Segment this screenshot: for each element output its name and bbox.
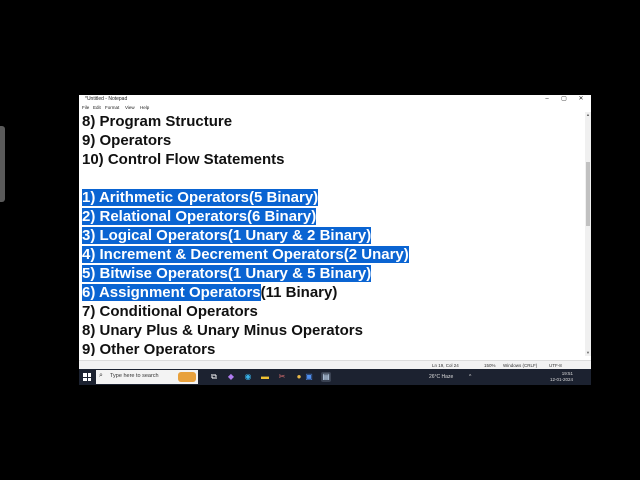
taskbar-search[interactable]: ⌕ Type here to search bbox=[96, 370, 198, 384]
editor-line: 8) Program Structure bbox=[82, 112, 232, 131]
cursor-position: Ln 19, Col 24 bbox=[432, 363, 459, 368]
text-editor[interactable]: 8) Program Structure 9) Operators 10) Co… bbox=[79, 112, 583, 356]
app-icon[interactable]: ▣ bbox=[304, 372, 314, 382]
status-bar: Ln 19, Col 24 150% Windows (CRLF) UTF-8 bbox=[79, 360, 591, 369]
notepad-icon[interactable]: ▤ bbox=[321, 372, 331, 382]
snipping-tool-icon[interactable]: ✂ bbox=[277, 372, 287, 382]
scroll-up-icon[interactable]: ▲ bbox=[585, 112, 591, 118]
selected-text: 5) Bitwise Operators(1 Unary & 5 Binary) bbox=[82, 265, 372, 282]
visual-studio-icon[interactable]: ◆ bbox=[226, 372, 236, 382]
side-tab[interactable] bbox=[0, 126, 5, 202]
menu-edit[interactable]: Edit bbox=[93, 104, 101, 111]
encoding: UTF-8 bbox=[549, 363, 562, 368]
selected-text: 2) Relational Operators(6 Binary) bbox=[82, 208, 317, 225]
minimize-button[interactable]: – bbox=[539, 95, 555, 104]
editor-line: 3) Logical Operators(1 Unary & 2 Binary) bbox=[82, 226, 372, 245]
line-text: 8) Program Structure bbox=[82, 113, 233, 130]
editor-line: 4) Increment & Decrement Operators(2 Una… bbox=[82, 245, 409, 264]
selected-text: 6) Assignment Operators bbox=[82, 284, 261, 301]
editor-line: 6) Assignment Operators(11 Binary) bbox=[82, 283, 337, 302]
editor-line: 1) Arithmetic Operators(5 Binary) bbox=[82, 188, 319, 207]
selected-text: 4) Increment & Decrement Operators(2 Una… bbox=[82, 246, 409, 263]
file-explorer-icon[interactable]: ▬ bbox=[260, 372, 270, 382]
scroll-down-icon[interactable]: ▼ bbox=[585, 350, 591, 356]
selected-text: 1) Arithmetic Operators(5 Binary) bbox=[82, 189, 319, 206]
line-text: 10) Control Flow Statements bbox=[82, 151, 285, 168]
menu-format[interactable]: Format bbox=[105, 104, 119, 111]
line-text: 9) Operators bbox=[82, 132, 172, 149]
selected-text: 3) Logical Operators(1 Unary & 2 Binary) bbox=[82, 227, 372, 244]
menu-bar: File Edit Format View Help bbox=[79, 104, 591, 111]
menu-help[interactable]: Help bbox=[140, 104, 149, 111]
windows-logo-icon[interactable] bbox=[83, 373, 91, 381]
chevron-up-icon[interactable]: ^ bbox=[469, 374, 471, 380]
chrome-icon[interactable]: ● bbox=[294, 372, 304, 382]
edge-icon[interactable]: ◉ bbox=[243, 372, 253, 382]
search-highlight-image bbox=[178, 372, 196, 382]
line-ending: Windows (CRLF) bbox=[503, 363, 538, 368]
taskbar: ⌕ Type here to search ⧉ ◆ ◉ ▬ ✂ ● ▣ ▤ 26… bbox=[79, 369, 591, 385]
line-text: 9) Other Operators bbox=[82, 341, 216, 356]
vertical-scrollbar[interactable]: ▲ ▼ bbox=[585, 112, 591, 356]
notepad-window: *Untitled - Notepad – ▢ ✕ File Edit Form… bbox=[79, 95, 591, 369]
line-text: 8) Unary Plus & Unary Minus Operators bbox=[82, 322, 363, 339]
task-view-icon[interactable]: ⧉ bbox=[209, 372, 219, 382]
editor-line: 8) Unary Plus & Unary Minus Operators bbox=[82, 321, 363, 340]
clock[interactable]: 19:51 12-01-2024 bbox=[550, 371, 573, 383]
line-text: (11 Binary) bbox=[260, 284, 338, 301]
editor-line: 2) Relational Operators(6 Binary) bbox=[82, 207, 317, 226]
editor-line: 10) Control Flow Statements bbox=[82, 150, 285, 169]
zoom-level: 150% bbox=[484, 363, 496, 368]
window-title: *Untitled - Notepad bbox=[85, 96, 128, 102]
menu-view[interactable]: View bbox=[125, 104, 135, 111]
scrollbar-thumb[interactable] bbox=[586, 162, 590, 226]
editor-line: 5) Bitwise Operators(1 Unary & 5 Binary) bbox=[82, 264, 372, 283]
editor-line: 7) Conditional Operators bbox=[82, 302, 258, 321]
search-icon: ⌕ bbox=[99, 372, 103, 379]
menu-file[interactable]: File bbox=[82, 104, 89, 111]
clock-date: 12-01-2024 bbox=[549, 377, 573, 382]
maximize-button[interactable]: ▢ bbox=[556, 95, 572, 104]
editor-line: 9) Operators bbox=[82, 131, 171, 150]
title-bar[interactable]: *Untitled - Notepad – ▢ ✕ bbox=[79, 95, 591, 104]
line-text: 7) Conditional Operators bbox=[82, 303, 258, 320]
search-placeholder: Type here to search bbox=[110, 373, 159, 379]
weather-widget[interactable]: 26°C Haze bbox=[429, 374, 453, 380]
editor-line: 9) Other Operators bbox=[82, 340, 215, 356]
close-button[interactable]: ✕ bbox=[573, 95, 589, 104]
